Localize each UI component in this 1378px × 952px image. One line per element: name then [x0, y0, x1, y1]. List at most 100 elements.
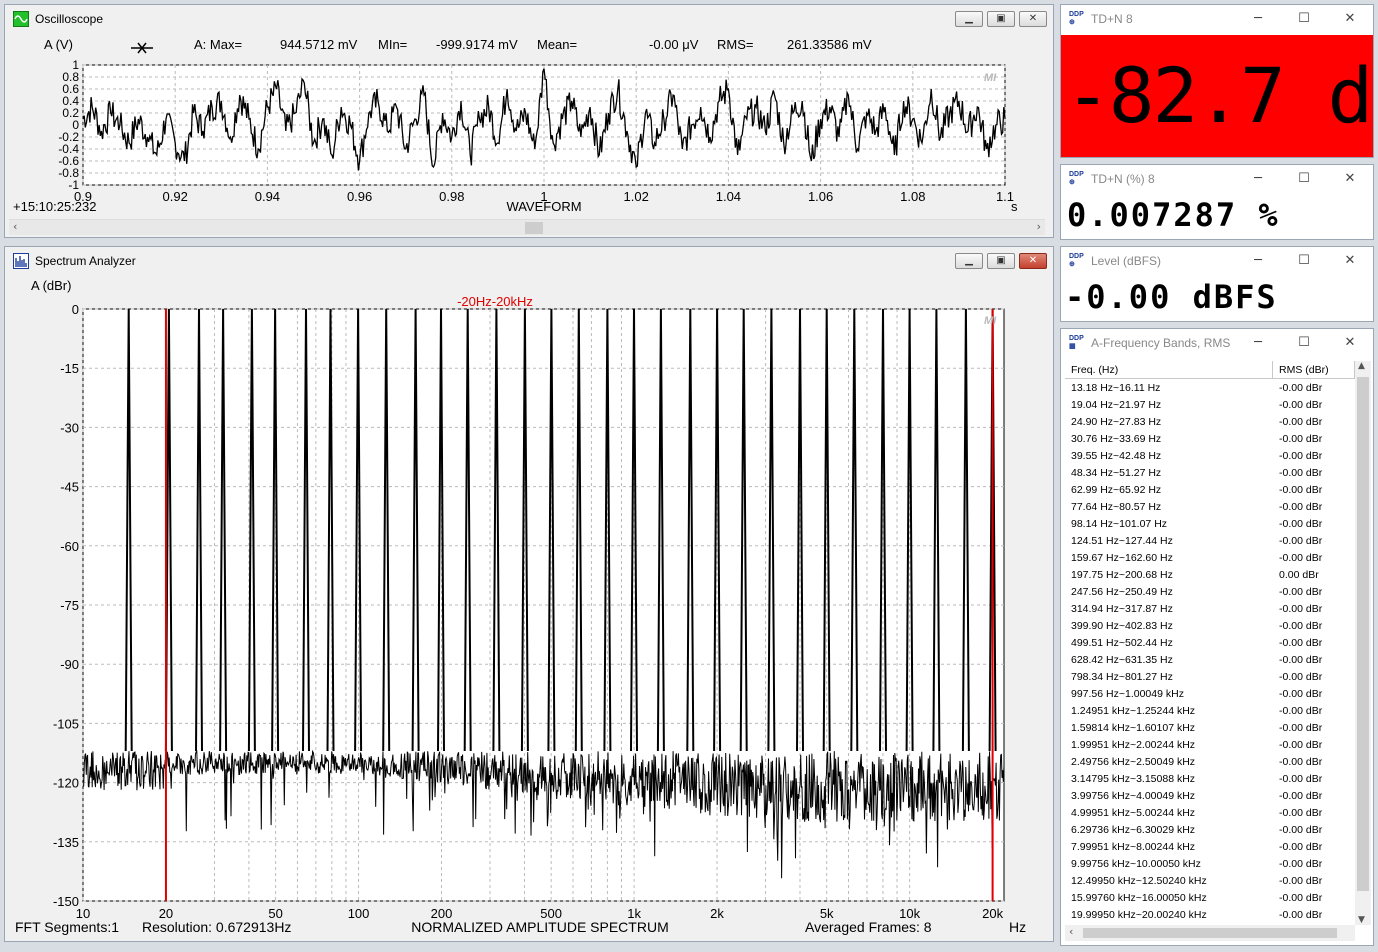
- freq-cell: 3.14795 kHz~3.15088 kHz: [1071, 772, 1196, 785]
- table-row[interactable]: 19.99950 kHz~20.00240 kHz -0.00 dBr: [1065, 906, 1355, 923]
- y-tick-label: -120: [53, 776, 79, 791]
- oscilloscope-chart[interactable]: A (V) A: Max= 944.5712 mV MIn= -999.9174…: [11, 35, 1047, 221]
- oscilloscope-titlebar[interactable]: Oscilloscope ▁ ▣ ✕: [5, 5, 1053, 33]
- fft-segments: FFT Segments:1: [15, 919, 119, 935]
- spectrum-chart[interactable]: A (dBr) -20Hz-20kHz 0 -15 -30 -45 -60 -75 -90 -…: [9, 275, 1049, 939]
- scroll-thumb[interactable]: [1083, 928, 1337, 938]
- freq-cell: 1.99951 kHz~2.00244 kHz: [1071, 738, 1196, 751]
- rms-cell: -0.00 dBr: [1279, 738, 1323, 751]
- table-row[interactable]: 6.29736 kHz~6.30029 kHz -0.00 dBr: [1065, 821, 1355, 838]
- minimize-icon[interactable]: ─: [1235, 247, 1281, 275]
- table-row[interactable]: 12.49950 kHz~12.50240 kHz -0.00 dBr: [1065, 872, 1355, 889]
- scroll-left-icon[interactable]: ‹: [13, 220, 17, 233]
- table-row[interactable]: 499.51 Hz~502.44 Hz -0.00 dBr: [1065, 634, 1355, 651]
- close-icon[interactable]: ✕: [1327, 5, 1373, 33]
- table-row[interactable]: 62.99 Hz~65.92 Hz -0.00 dBr: [1065, 481, 1355, 498]
- mean-label: Mean=: [537, 37, 577, 52]
- table-row[interactable]: 7.99951 kHz~8.00244 kHz -0.00 dBr: [1065, 838, 1355, 855]
- table-row[interactable]: 1.59814 kHz~1.60107 kHz -0.00 dBr: [1065, 719, 1355, 736]
- horizontal-scrollbar[interactable]: ‹ ›: [9, 219, 1045, 235]
- freq-cell: 2.49756 kHz~2.50049 kHz: [1071, 755, 1196, 768]
- table-row[interactable]: 399.90 Hz~402.83 Hz -0.00 dBr: [1065, 617, 1355, 634]
- table-row[interactable]: 314.94 Hz~317.87 Hz -0.00 dBr: [1065, 600, 1355, 617]
- scroll-thumb[interactable]: [1357, 377, 1369, 891]
- freq-cell: 77.64 Hz~80.57 Hz: [1071, 500, 1162, 513]
- bands-window: DDP ▦ A-Frequency Bands, RMS ─ ☐ ✕ Freq. (H…: [1060, 328, 1374, 946]
- rms-label: RMS=: [717, 37, 753, 52]
- minimize-button[interactable]: ▁: [955, 253, 983, 269]
- freq-cell: 197.75 Hz~200.68 Hz: [1071, 568, 1173, 581]
- freq-cell: 6.29736 kHz~6.30029 kHz: [1071, 823, 1196, 836]
- table-row[interactable]: 159.67 Hz~162.60 Hz -0.00 dBr: [1065, 549, 1355, 566]
- scroll-up-icon[interactable]: ▲: [1358, 361, 1365, 371]
- rms-column-header[interactable]: RMS (dBr): [1273, 361, 1355, 378]
- table-row[interactable]: 3.14795 kHz~3.15088 kHz -0.00 dBr: [1065, 770, 1355, 787]
- tdn-pct-titlebar[interactable]: DDP ⊕ TD+N (%) 8 ─ ☐ ✕: [1061, 165, 1373, 193]
- vertical-scrollbar[interactable]: ▲ ▼: [1355, 361, 1371, 925]
- tdn-db-title: TD+N 8: [1091, 12, 1133, 26]
- rms-cell: -0.00 dBr: [1279, 908, 1323, 921]
- table-row[interactable]: 15.99760 kHz~16.00050 kHz -0.00 dBr: [1065, 889, 1355, 906]
- freq-column-header[interactable]: Freq. (Hz): [1065, 361, 1273, 378]
- rms-cell: -0.00 dBr: [1279, 585, 1323, 598]
- horizontal-scrollbar[interactable]: ‹: [1065, 925, 1355, 941]
- table-row[interactable]: 24.90 Hz~27.83 Hz -0.00 dBr: [1065, 413, 1355, 430]
- close-icon[interactable]: ✕: [1327, 329, 1373, 357]
- table-row[interactable]: 197.75 Hz~200.68 Hz 0.00 dBr: [1065, 566, 1355, 583]
- minimize-icon[interactable]: ─: [1235, 329, 1281, 357]
- minimize-button[interactable]: ▁: [955, 11, 983, 27]
- bands-titlebar[interactable]: DDP ▦ A-Frequency Bands, RMS ─ ☐ ✕: [1061, 329, 1373, 357]
- close-icon[interactable]: ✕: [1327, 247, 1373, 275]
- maximize-button[interactable]: ▣: [987, 11, 1015, 27]
- close-button[interactable]: ✕: [1019, 11, 1047, 27]
- min-label: MIn=: [378, 37, 407, 52]
- table-row[interactable]: 13.18 Hz~16.11 Hz -0.00 dBr: [1065, 379, 1355, 396]
- maximize-icon[interactable]: ☐: [1281, 247, 1327, 275]
- table-row[interactable]: 628.42 Hz~631.35 Hz -0.00 dBr: [1065, 651, 1355, 668]
- table-row[interactable]: 798.34 Hz~801.27 Hz -0.00 dBr: [1065, 668, 1355, 685]
- maximize-icon[interactable]: ☐: [1281, 165, 1327, 193]
- tdn-db-titlebar[interactable]: DDP ⊕ TD+N 8 ─ ☐ ✕: [1061, 5, 1373, 33]
- table-row[interactable]: 9.99756 kHz~10.00050 kHz -0.00 dBr: [1065, 855, 1355, 872]
- table-row[interactable]: 39.55 Hz~42.48 Hz -0.00 dBr: [1065, 447, 1355, 464]
- scroll-thumb[interactable]: [525, 222, 543, 234]
- maximize-icon[interactable]: ☐: [1281, 5, 1327, 33]
- tdn-db-display: -82.7 dB: [1061, 35, 1373, 157]
- table-row[interactable]: 124.51 Hz~127.44 Hz -0.00 dBr: [1065, 532, 1355, 549]
- table-row[interactable]: 3.99756 kHz~4.00049 kHz -0.00 dBr: [1065, 787, 1355, 804]
- tdn-db-window: DDP⊕ TD+N 8 ─☐✕ -82.7 dB: [1060, 4, 1374, 158]
- table-row[interactable]: 4.99951 kHz~5.00244 kHz -0.00 dBr: [1065, 804, 1355, 821]
- cursor-icon[interactable]: [131, 42, 153, 54]
- table-row[interactable]: 2.49756 kHz~2.50049 kHz -0.00 dBr: [1065, 753, 1355, 770]
- maximize-button[interactable]: ▣: [987, 253, 1015, 269]
- freq-cell: 62.99 Hz~65.92 Hz: [1071, 483, 1162, 496]
- max-value: 944.5712 mV: [280, 37, 358, 52]
- rms-cell: 0.00 dBr: [1279, 568, 1319, 581]
- table-row[interactable]: 30.76 Hz~33.69 Hz -0.00 dBr: [1065, 430, 1355, 447]
- scroll-left-icon[interactable]: ‹: [1069, 925, 1073, 938]
- rms-cell: -0.00 dBr: [1279, 687, 1323, 700]
- table-row[interactable]: 19.04 Hz~21.97 Hz -0.00 dBr: [1065, 396, 1355, 413]
- table-row[interactable]: 1.99951 kHz~2.00244 kHz -0.00 dBr: [1065, 736, 1355, 753]
- spectrum-titlebar[interactable]: Spectrum Analyzer ▁ ▣ ✕: [5, 247, 1053, 275]
- minimize-icon[interactable]: ─: [1235, 5, 1281, 33]
- x-tick-label: 0.92: [163, 189, 188, 204]
- minimize-icon[interactable]: ─: [1235, 165, 1281, 193]
- table-row[interactable]: 48.34 Hz~51.27 Hz -0.00 dBr: [1065, 464, 1355, 481]
- table-row[interactable]: 1.24951 kHz~1.25244 kHz -0.00 dBr: [1065, 702, 1355, 719]
- rms-value: 261.33586 mV: [787, 37, 872, 52]
- level-titlebar[interactable]: DDP ⊕ Level (dBFS) ─ ☐ ✕: [1061, 247, 1373, 275]
- table-row[interactable]: 997.56 Hz~1.00049 kHz -0.00 dBr: [1065, 685, 1355, 702]
- y-tick-label: -30: [60, 420, 79, 435]
- scroll-right-icon[interactable]: ›: [1037, 220, 1041, 233]
- freq-cell: 798.34 Hz~801.27 Hz: [1071, 670, 1173, 683]
- maximize-icon[interactable]: ☐: [1281, 329, 1327, 357]
- close-icon[interactable]: ✕: [1327, 165, 1373, 193]
- close-button[interactable]: ✕: [1019, 253, 1047, 269]
- table-row[interactable]: 77.64 Hz~80.57 Hz -0.00 dBr: [1065, 498, 1355, 515]
- table-row[interactable]: 247.56 Hz~250.49 Hz -0.00 dBr: [1065, 583, 1355, 600]
- table-row[interactable]: 98.14 Hz~101.07 Hz -0.00 dBr: [1065, 515, 1355, 532]
- y-tick-label: -90: [60, 657, 79, 672]
- scroll-down-icon[interactable]: ▼: [1358, 915, 1365, 925]
- freq-cell: 1.59814 kHz~1.60107 kHz: [1071, 721, 1196, 734]
